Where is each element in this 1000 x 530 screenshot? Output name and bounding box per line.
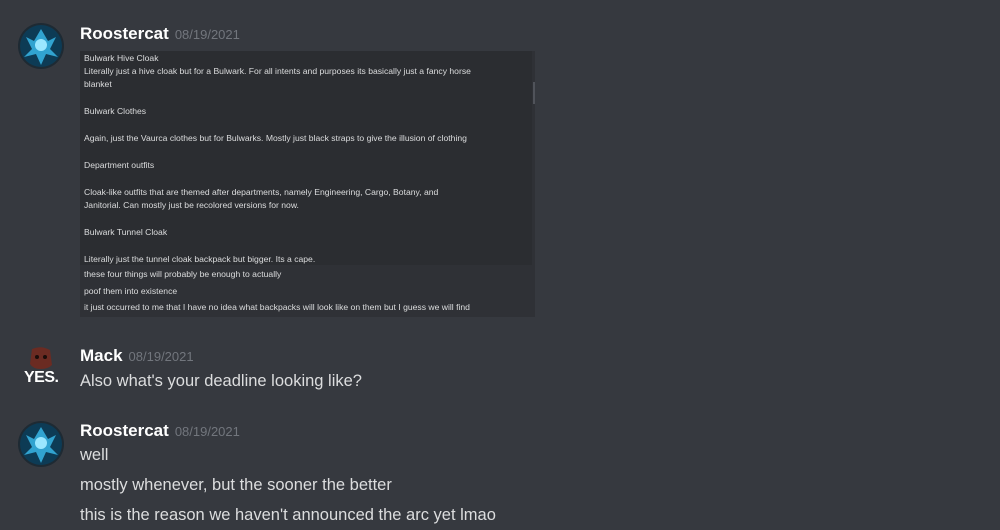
attachment-line: Cloak-like outfits that are themed after… <box>84 187 439 197</box>
attachment-scrollbar[interactable] <box>533 82 535 104</box>
attachment-line: it just occurred to me that I have no id… <box>84 302 470 312</box>
message-header: Roostercat 08/19/2021 <box>80 421 240 445</box>
attachment-line: Janitorial. Can mostly just be recolored… <box>84 200 299 210</box>
attachment-line: Literally just a hive cloak but for a Bu… <box>84 66 471 76</box>
text-attachment: Bulwark Hive Cloak Literally just a hive… <box>80 51 535 317</box>
avatar-caption: YES. <box>24 369 59 386</box>
timestamp: 08/19/2021 <box>128 349 194 364</box>
username[interactable]: Roostercat <box>80 421 169 440</box>
attachment-line: Bulwark Clothes <box>84 106 147 116</box>
timestamp: 08/19/2021 <box>174 424 240 439</box>
attachment-line: Literally just the tunnel cloak backpack… <box>84 254 316 264</box>
attachment-line: Department outfits <box>84 160 155 170</box>
message-text: well <box>80 446 109 464</box>
user-avatar[interactable] <box>18 23 64 69</box>
username[interactable]: Roostercat <box>80 24 169 43</box>
message-text: Also what's your deadline looking like? <box>80 372 362 390</box>
message-header: Roostercat 08/19/2021 <box>80 24 240 48</box>
message-text: this is the reason we haven't announced … <box>80 506 496 524</box>
attachment-line: Bulwark Hive Cloak <box>84 53 159 63</box>
user-avatar[interactable] <box>18 421 64 467</box>
attachment-line: these four things will probably be enoug… <box>84 269 282 279</box>
username[interactable]: Mack <box>80 346 123 365</box>
attachment-line: Again, just the Vaurca clothes but for B… <box>84 133 467 143</box>
attachment-line: poof them into existence <box>84 286 178 296</box>
message-text: mostly whenever, but the sooner the bett… <box>80 476 392 494</box>
attachment-line: Bulwark Tunnel Cloak <box>84 227 168 237</box>
attachment-line: blanket <box>84 79 112 89</box>
timestamp: 08/19/2021 <box>174 27 240 42</box>
message-header: Mack 08/19/2021 <box>80 346 194 370</box>
